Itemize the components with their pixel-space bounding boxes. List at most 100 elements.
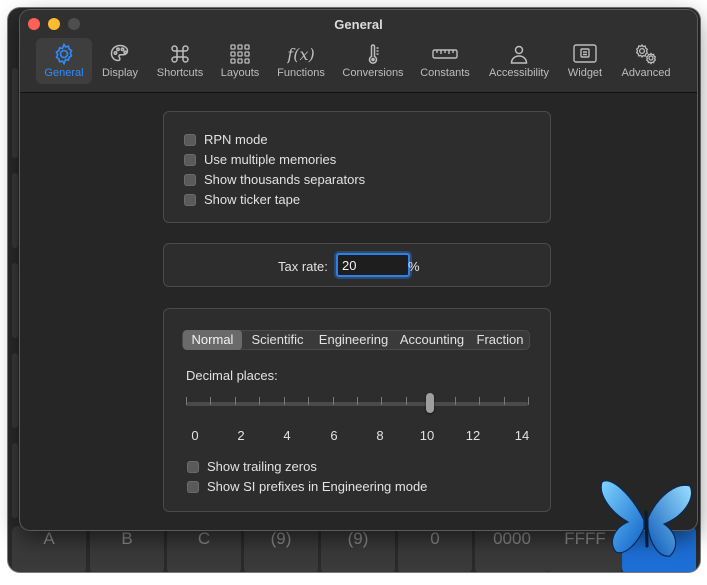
grid-icon [214, 42, 266, 66]
slider-tick-label: 0 [191, 428, 199, 443]
number-format-group: Normal Scientific Engineering Accounting… [163, 308, 551, 512]
checkbox-box[interactable] [187, 480, 199, 493]
tax-rate-group: Tax rate: % [163, 243, 551, 287]
thousands-separators-checkbox[interactable]: Show thousands separators [184, 172, 365, 187]
slider-tick [210, 397, 212, 405]
slider-tick [454, 397, 456, 405]
checkbox-label: Show trailing zeros [207, 459, 317, 474]
slider-tick-label: 14 [514, 428, 530, 443]
checkbox-box[interactable] [187, 460, 199, 473]
tab-label: General [44, 67, 84, 79]
slider-tick-label: 10 [419, 428, 435, 443]
tab-label: Functions [277, 67, 325, 79]
checkbox-label: RPN mode [204, 132, 268, 147]
background-key: (9) [244, 526, 318, 572]
thermometer-icon [338, 42, 408, 66]
tab-layouts[interactable]: Layouts [214, 38, 266, 84]
background-key-edge [12, 263, 18, 338]
slider-tick [405, 397, 407, 405]
background-key-edge [12, 443, 18, 518]
tab-shortcuts[interactable]: Shortcuts [150, 38, 210, 84]
rpn-mode-checkbox[interactable]: RPN mode [184, 132, 268, 147]
butterfly-icon [600, 472, 696, 567]
tab-label: Conversions [342, 67, 404, 79]
checkbox-box[interactable] [184, 133, 196, 146]
person-icon [482, 42, 556, 66]
slider-tick [259, 397, 261, 405]
segment-normal[interactable]: Normal [183, 330, 242, 350]
background-key: 0000 [475, 526, 549, 572]
checkbox-label: Show SI prefixes in Engineering mode [207, 479, 428, 494]
background-key: (9) [321, 526, 395, 572]
gear-icon [36, 42, 92, 66]
background-key-edge [12, 68, 18, 158]
decimal-places-slider[interactable] [184, 393, 530, 417]
command-icon [150, 42, 210, 66]
tab-accessibility[interactable]: Accessibility [482, 38, 556, 84]
slider-tick [332, 397, 334, 405]
decimal-places-label: Decimal places: [186, 368, 278, 383]
percent-unit-label: % [408, 259, 420, 274]
background-key-edge [12, 353, 18, 428]
tab-general[interactable]: General [36, 38, 92, 84]
checkbox-box[interactable] [184, 193, 196, 206]
svg-text:f(x): f(x) [287, 45, 315, 64]
widget-icon [560, 42, 610, 66]
tab-label: Advanced [621, 67, 671, 79]
slider-tick [283, 397, 285, 405]
slider-tick [357, 397, 358, 405]
si-prefixes-checkbox[interactable]: Show SI prefixes in Engineering mode [187, 479, 427, 494]
background-key-edge [12, 173, 18, 248]
tab-advanced[interactable]: Advanced [616, 38, 676, 84]
segment-scientific[interactable]: Scientific [244, 330, 311, 350]
slider-tick [186, 397, 187, 405]
tab-label: Display [101, 67, 139, 79]
gears-icon [616, 42, 676, 66]
background-key: B [90, 526, 164, 572]
checkbox-label: Show thousands separators [204, 172, 366, 187]
function-icon: f(x) [271, 42, 331, 66]
slider-tick-label: 4 [283, 428, 291, 443]
background-key: A [12, 526, 86, 572]
slider-tick [528, 397, 529, 405]
tax-rate-label: Tax rate: [278, 259, 328, 274]
slider-tick-label: 8 [376, 428, 384, 443]
slider-knob[interactable] [426, 393, 435, 413]
tab-label: Constants [420, 67, 470, 79]
checkbox-label: Use multiple memories [204, 152, 337, 167]
multiple-memories-checkbox[interactable]: Use multiple memories [184, 152, 336, 167]
segment-engineering[interactable]: Engineering [313, 330, 394, 350]
slider-tick [308, 397, 310, 405]
settings-window: General General Display Shortcuts Layout… [20, 10, 697, 530]
checkbox-box[interactable] [184, 173, 196, 186]
checkbox-label: Show ticker tape [204, 192, 301, 207]
checkbox-box[interactable] [184, 153, 196, 166]
tab-conversions[interactable]: Conversions [338, 38, 408, 84]
ruler-icon [414, 42, 476, 66]
tab-label: Widget [567, 67, 603, 79]
tab-constants[interactable]: Constants [414, 38, 476, 84]
slider-tick-label: 2 [237, 428, 245, 443]
background-key: 0 [398, 526, 472, 572]
slider-tick [503, 397, 505, 405]
segment-accounting[interactable]: Accounting [396, 330, 468, 350]
tab-display[interactable]: Display [96, 38, 144, 84]
slider-tick [381, 397, 383, 405]
tab-widget[interactable]: Widget [560, 38, 610, 84]
slider-tick-label: 12 [465, 428, 481, 443]
tab-label: Shortcuts [156, 67, 204, 79]
ticker-tape-checkbox[interactable]: Show ticker tape [184, 192, 300, 207]
slider-tick [479, 397, 481, 405]
tax-rate-input[interactable] [336, 253, 410, 277]
background-key: C [167, 526, 241, 572]
tab-label: Layouts [220, 67, 260, 79]
slider-tick-label: 6 [330, 428, 338, 443]
segment-fraction[interactable]: Fraction [471, 330, 529, 350]
trailing-zeros-checkbox[interactable]: Show trailing zeros [187, 459, 317, 474]
window-title: General [334, 17, 383, 32]
title-bar: General General Display Shortcuts Layout… [20, 10, 697, 93]
tab-label: Accessibility [489, 67, 549, 79]
tab-functions[interactable]: f(x) Functions [271, 38, 331, 84]
general-options-group: RPN mode Use multiple memories Show thou… [163, 111, 551, 223]
format-segmented-control: Normal Scientific Engineering Accounting… [182, 330, 530, 350]
